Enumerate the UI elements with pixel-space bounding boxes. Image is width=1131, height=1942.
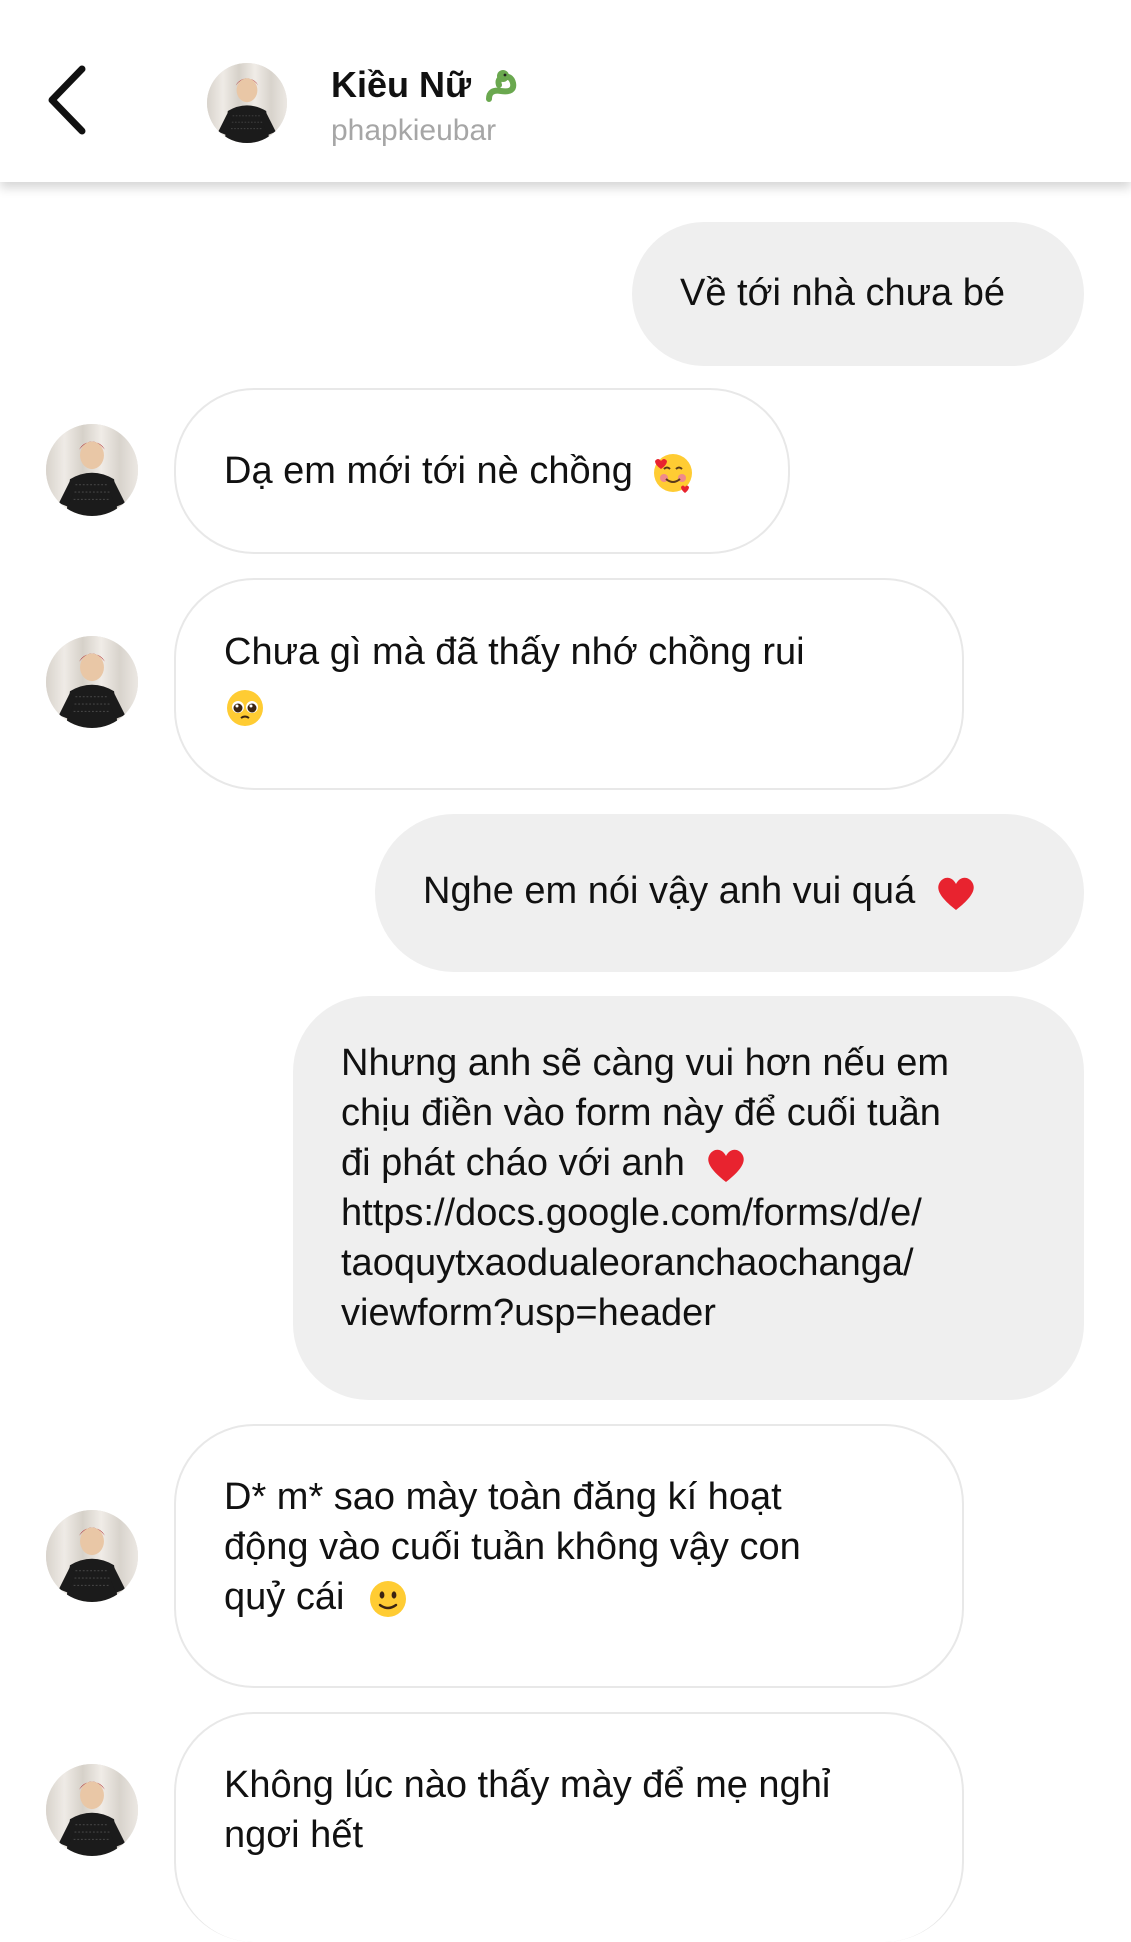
red-heart-emoji-icon xyxy=(938,877,974,910)
sender-avatar[interactable] xyxy=(46,424,138,516)
message-bubble-incoming[interactable]: Chưa gì mà đã thấy nhớ chồng rui xyxy=(174,578,964,790)
smiling-face-with-hearts-emoji-icon xyxy=(654,453,693,493)
message-text: Chưa gì mà đã thấy nhớ chồng rui xyxy=(224,631,805,673)
message-bubble-outgoing[interactable]: Nhưng anh sẽ càng vui hơn nếu em chịu đi… xyxy=(293,996,1084,1400)
contact-username: phapkieubar xyxy=(331,114,497,147)
snake-emoji-icon xyxy=(486,70,517,102)
back-button[interactable] xyxy=(36,60,96,140)
chat-header: Kiều Nữ phapkieubar xyxy=(0,0,1131,182)
message-bubble-incoming[interactable]: Dạ em mới tới nè chồng xyxy=(174,388,790,554)
message-text: Nhưng anh sẽ càng vui hơn nếu em chịu đi… xyxy=(341,1042,950,1184)
sender-avatar[interactable] xyxy=(46,636,138,728)
contact-avatar[interactable] xyxy=(207,63,287,143)
pleading-face-emoji-icon xyxy=(227,689,263,726)
contact-name: Kiều Nữ xyxy=(331,64,472,105)
message-bubble-outgoing[interactable]: Về tới nhà chưa bé xyxy=(632,222,1084,366)
chevron-left-icon xyxy=(48,65,86,135)
message-text: Dạ em mới tới nè chồng xyxy=(224,450,633,492)
message-bubble-incoming[interactable]: Không lúc nào thấy mày để mẹ nghỉ ngơi h… xyxy=(174,1712,964,1942)
slightly-smiling-face-emoji-icon xyxy=(369,1580,406,1617)
contact-name-row[interactable]: Kiều Nữ xyxy=(331,64,523,106)
sender-avatar[interactable] xyxy=(46,1764,138,1856)
message-bubble-incoming[interactable]: D* m* sao mày toàn đăng kí hoạt động vào… xyxy=(174,1424,964,1688)
message-text: Nghe em nói vậy anh vui quá xyxy=(423,870,916,912)
message-text: D* m* sao mày toàn đăng kí hoạt động vào… xyxy=(224,1476,801,1618)
message-bubble-outgoing[interactable]: Nghe em nói vậy anh vui quá xyxy=(375,814,1084,972)
message-text-block: Nhưng anh sẽ càng vui hơn nếu em chịu đi… xyxy=(341,1038,1084,1188)
form-link[interactable]: https://docs.google.com/forms/d/e/ taoqu… xyxy=(341,1188,1084,1338)
sender-avatar[interactable] xyxy=(46,1510,138,1602)
message-text: Về tới nhà chưa bé xyxy=(680,272,1006,314)
red-heart-emoji-icon xyxy=(707,1149,744,1182)
message-text: Không lúc nào thấy mày để mẹ nghỉ ngơi h… xyxy=(224,1764,831,1856)
